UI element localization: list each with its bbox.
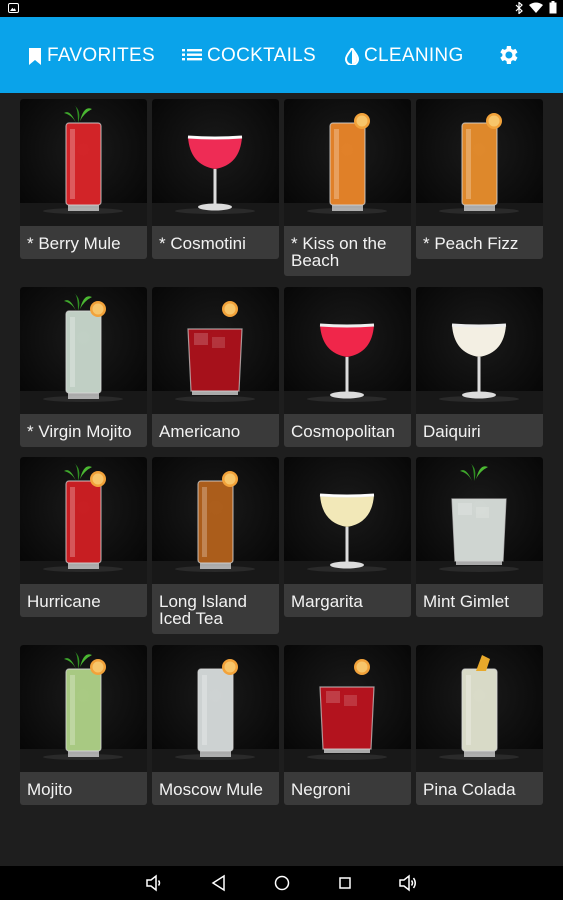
recents-icon[interactable] <box>336 874 354 892</box>
cocktail-name: Cosmopolitan <box>291 422 395 441</box>
bluetooth-icon <box>515 1 523 14</box>
cocktail-image <box>20 287 147 414</box>
cocktail-card[interactable]: * Kiss on the Beach <box>284 99 411 276</box>
cocktail-image <box>416 99 543 226</box>
status-bar <box>0 0 563 17</box>
cocktail-image <box>416 287 543 414</box>
tab-cocktails-label: COCKTAILS <box>207 45 316 66</box>
cocktail-card[interactable]: Negroni <box>284 645 411 805</box>
cocktail-image <box>20 645 147 772</box>
cocktail-image <box>152 99 279 226</box>
cocktail-image <box>152 287 279 414</box>
cocktail-card[interactable]: Daiquiri <box>416 287 543 447</box>
navigation-bar <box>0 866 563 900</box>
cocktail-image <box>284 99 411 226</box>
cocktail-name: Mint Gimlet <box>423 592 509 611</box>
cocktail-image <box>152 645 279 772</box>
cocktail-card[interactable]: * Peach Fizz <box>416 99 543 259</box>
cocktail-image <box>284 645 411 772</box>
wifi-icon <box>529 2 543 13</box>
cocktail-name: Pina Colada <box>423 780 516 799</box>
cocktail-image <box>20 457 147 584</box>
cocktail-name: Negroni <box>291 780 351 799</box>
bookmark-icon <box>29 47 41 65</box>
tab-cleaning[interactable]: CLEANING <box>345 45 464 67</box>
cocktail-image <box>416 645 543 772</box>
back-icon[interactable] <box>210 874 228 892</box>
cocktail-name: Americano <box>159 422 241 441</box>
cocktail-card[interactable]: Pina Colada <box>416 645 543 805</box>
cocktail-card[interactable]: * Berry Mule <box>20 99 147 259</box>
cocktail-grid: * Berry Mule * Cosmotini * Kiss on the Bea… <box>0 93 563 866</box>
cocktail-image <box>284 287 411 414</box>
cocktail-card[interactable]: Moscow Mule <box>152 645 279 805</box>
home-icon[interactable] <box>273 874 291 892</box>
cocktail-image <box>152 457 279 584</box>
cocktail-name: Hurricane <box>27 592 101 611</box>
cocktail-name: * Cosmotini <box>159 234 246 253</box>
volume-up-icon[interactable] <box>399 874 417 892</box>
cocktail-name: * Virgin Mojito <box>27 422 132 441</box>
water-drop-icon <box>345 47 359 65</box>
cocktail-name: * Peach Fizz <box>423 234 519 253</box>
cocktail-card[interactable]: * Cosmotini <box>152 99 279 259</box>
tab-cocktails[interactable]: COCKTAILS <box>182 45 316 67</box>
cocktail-name: Moscow Mule <box>159 780 263 799</box>
cocktail-name: Margarita <box>291 592 363 611</box>
cocktail-card[interactable]: Margarita <box>284 457 411 617</box>
cocktail-card[interactable]: Americano <box>152 287 279 447</box>
tab-favorites[interactable]: FAVORITES <box>28 45 155 67</box>
battery-icon <box>549 1 557 14</box>
tab-cleaning-label: CLEANING <box>364 45 464 66</box>
gear-icon[interactable] <box>496 43 520 67</box>
cocktail-card[interactable]: Long Island Iced Tea <box>152 457 279 634</box>
image-notification-icon <box>8 3 19 13</box>
cocktail-name: * Kiss on the Beach <box>291 234 387 270</box>
cocktail-name: Long Island Iced Tea <box>159 592 247 628</box>
cocktail-card[interactable]: Cosmopolitan <box>284 287 411 447</box>
tab-favorites-label: FAVORITES <box>47 45 155 66</box>
cocktail-name: Daiquiri <box>423 422 481 441</box>
cocktail-card[interactable]: Mint Gimlet <box>416 457 543 617</box>
cocktail-image <box>20 99 147 226</box>
app-bar: FAVORITES COCKTAILS CLEANING <box>0 17 563 93</box>
cocktail-name: * Berry Mule <box>27 234 121 253</box>
cocktail-card[interactable]: Hurricane <box>20 457 147 617</box>
list-icon <box>182 49 202 61</box>
cocktail-image <box>416 457 543 584</box>
cocktail-card[interactable]: Mojito <box>20 645 147 805</box>
cocktail-card[interactable]: * Virgin Mojito <box>20 287 147 447</box>
cocktail-name: Mojito <box>27 780 73 799</box>
volume-down-icon[interactable] <box>145 874 163 892</box>
cocktail-image <box>284 457 411 584</box>
